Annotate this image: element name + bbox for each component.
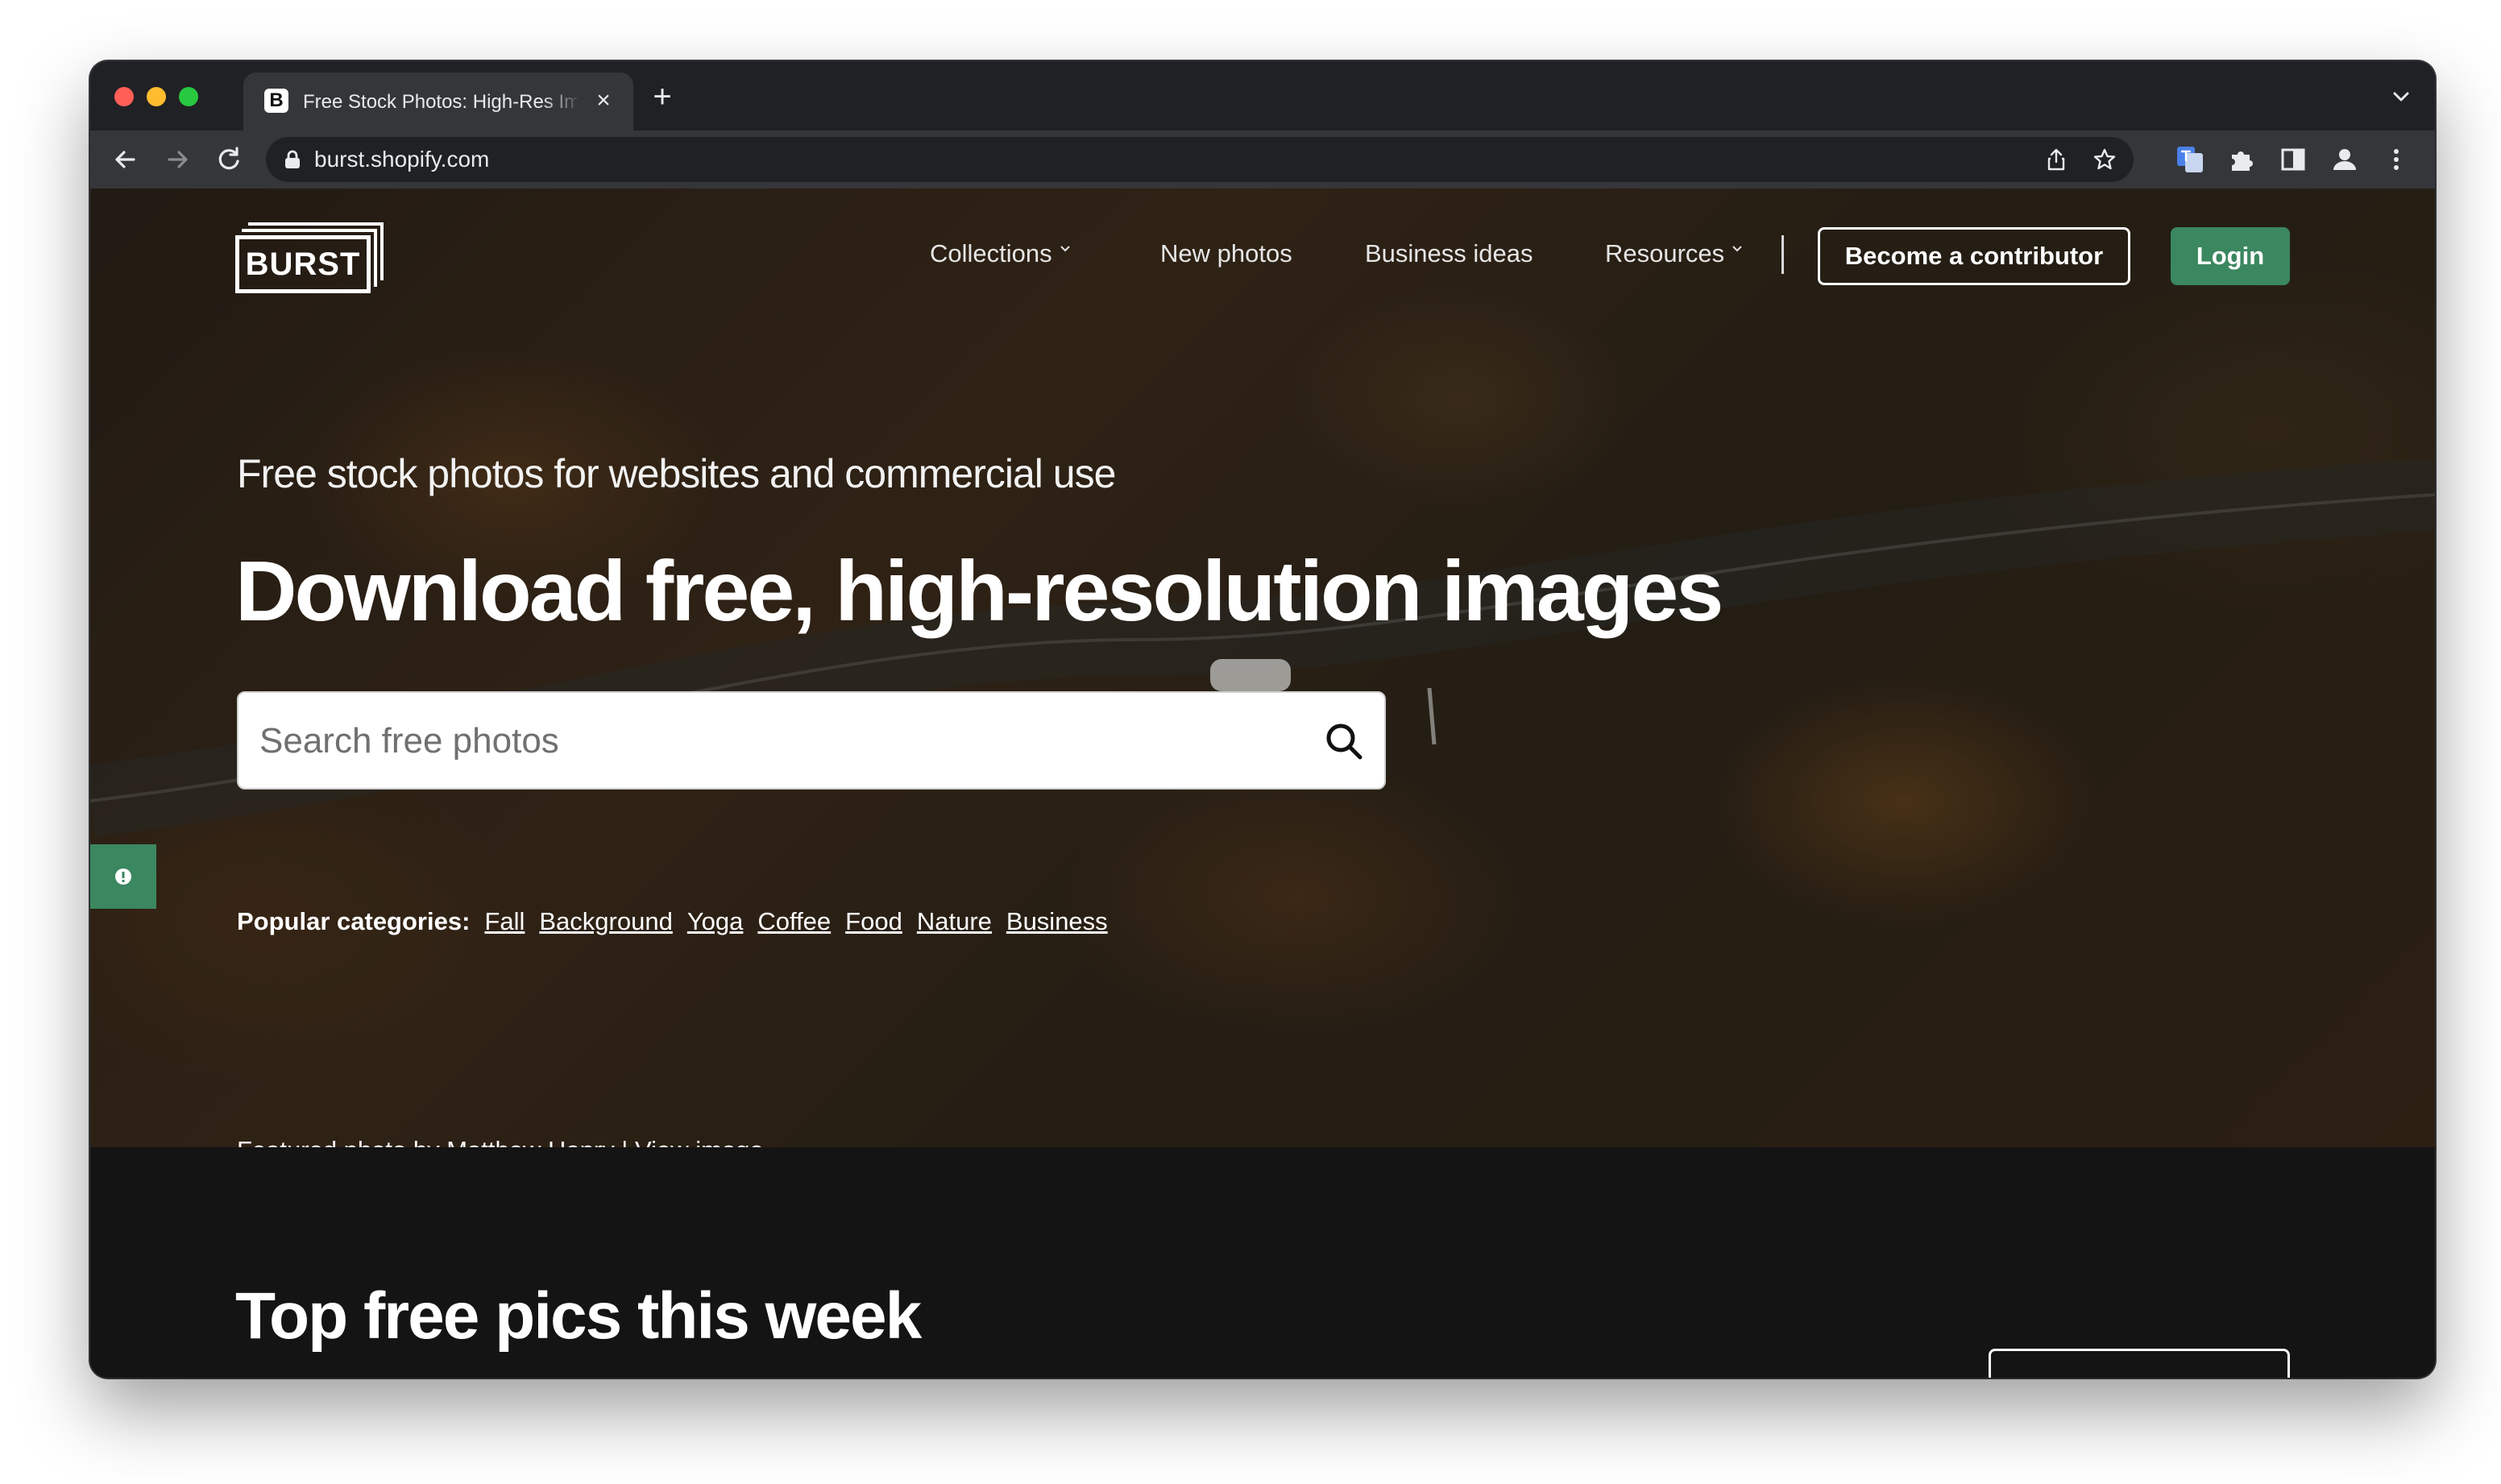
zoom-window-button[interactable] xyxy=(179,87,198,106)
share-icon[interactable] xyxy=(2043,147,2069,172)
section-title: Top free pics this week xyxy=(235,1279,922,1353)
hero-subtitle: Free stock photos for websites and comme… xyxy=(237,451,1116,496)
tab-search-chevron-icon[interactable] xyxy=(2390,85,2412,108)
popular-categories: Popular categories: Fall Background Yoga… xyxy=(237,904,1122,939)
photo-credit: Featured photo by Matthew Henry | View i… xyxy=(237,1133,764,1147)
hero-title: Download free, high-resolution images xyxy=(235,544,1723,639)
nav-collections-label: Collections xyxy=(930,239,1052,267)
category-link-nature[interactable]: Nature xyxy=(917,904,992,939)
extensions-puzzle-icon[interactable] xyxy=(2225,143,2258,176)
view-image-link[interactable]: View image xyxy=(635,1136,764,1147)
category-link-yoga[interactable]: Yoga xyxy=(687,904,744,939)
tab-strip: B Free Stock Photos: High-Res Images × + xyxy=(90,61,2435,131)
category-link-background[interactable]: Background xyxy=(539,904,672,939)
feedback-tab[interactable] xyxy=(90,844,156,909)
search-box xyxy=(237,691,1386,790)
close-window-button[interactable] xyxy=(114,87,134,106)
browser-toolbar: burst.shopify.com xyxy=(90,131,2435,189)
nav-resources-label: Resources xyxy=(1605,239,1725,267)
search-icon[interactable] xyxy=(1323,720,1365,762)
more-menu-icon[interactable] xyxy=(2380,143,2412,176)
search-input[interactable] xyxy=(258,693,1276,790)
profile-avatar-icon[interactable] xyxy=(2329,143,2361,176)
hero-section: BURST Collections New photos Business id… xyxy=(90,189,2435,1147)
reload-icon[interactable] xyxy=(213,143,245,176)
address-bar[interactable]: burst.shopify.com xyxy=(266,137,2134,182)
logo-text: BURST xyxy=(235,235,371,293)
tab-title-fade xyxy=(541,85,582,118)
site-favicon-icon: B xyxy=(264,89,288,113)
chevron-down-icon xyxy=(1060,246,1070,252)
side-panel-icon[interactable] xyxy=(2277,143,2309,176)
login-button[interactable]: Login xyxy=(2171,227,2290,285)
alert-icon xyxy=(115,868,131,885)
hero-overlay xyxy=(90,189,2435,1147)
nav-divider xyxy=(1781,235,1784,274)
browser-tab[interactable]: B Free Stock Photos: High-Res Images × xyxy=(243,73,633,131)
minimize-window-button[interactable] xyxy=(147,87,166,106)
address-url[interactable]: burst.shopify.com xyxy=(314,147,489,172)
nav-business-ideas-label: Business ideas xyxy=(1365,239,1533,267)
translate-extension-icon[interactable] xyxy=(2174,143,2206,176)
nav-new-photos-label: New photos xyxy=(1160,239,1292,267)
lock-icon[interactable] xyxy=(284,150,301,169)
web-page: BURST Collections New photos Business id… xyxy=(90,189,2435,1378)
category-link-fall[interactable]: Fall xyxy=(484,904,525,939)
category-link-food[interactable]: Food xyxy=(845,904,902,939)
bookmark-star-icon[interactable] xyxy=(2092,147,2117,172)
nav-new-photos[interactable]: New photos xyxy=(1160,235,1292,272)
nav-business-ideas[interactable]: Business ideas xyxy=(1365,235,1533,272)
become-contributor-button[interactable]: Become a contributor xyxy=(1818,227,2130,285)
section-action-button[interactable] xyxy=(1989,1349,2290,1378)
category-link-coffee[interactable]: Coffee xyxy=(757,904,831,939)
nav-resources[interactable]: Resources xyxy=(1605,235,1742,272)
new-tab-icon[interactable]: + xyxy=(646,81,678,113)
nav-collections[interactable]: Collections xyxy=(930,235,1070,272)
chevron-down-icon xyxy=(1732,246,1742,252)
browser-window: B Free Stock Photos: High-Res Images × +… xyxy=(90,61,2435,1378)
photo-credit-text: Featured photo by Matthew Henry | xyxy=(237,1136,628,1147)
back-arrow-icon[interactable] xyxy=(110,143,142,176)
categories-label: Popular categories: xyxy=(237,907,471,935)
category-link-business[interactable]: Business xyxy=(1006,904,1108,939)
tab-title: Free Stock Photos: High-Res Images xyxy=(303,91,577,113)
forward-arrow-icon[interactable] xyxy=(161,143,193,176)
burst-logo[interactable]: BURST xyxy=(235,222,388,295)
close-tab-icon[interactable]: × xyxy=(591,89,616,113)
